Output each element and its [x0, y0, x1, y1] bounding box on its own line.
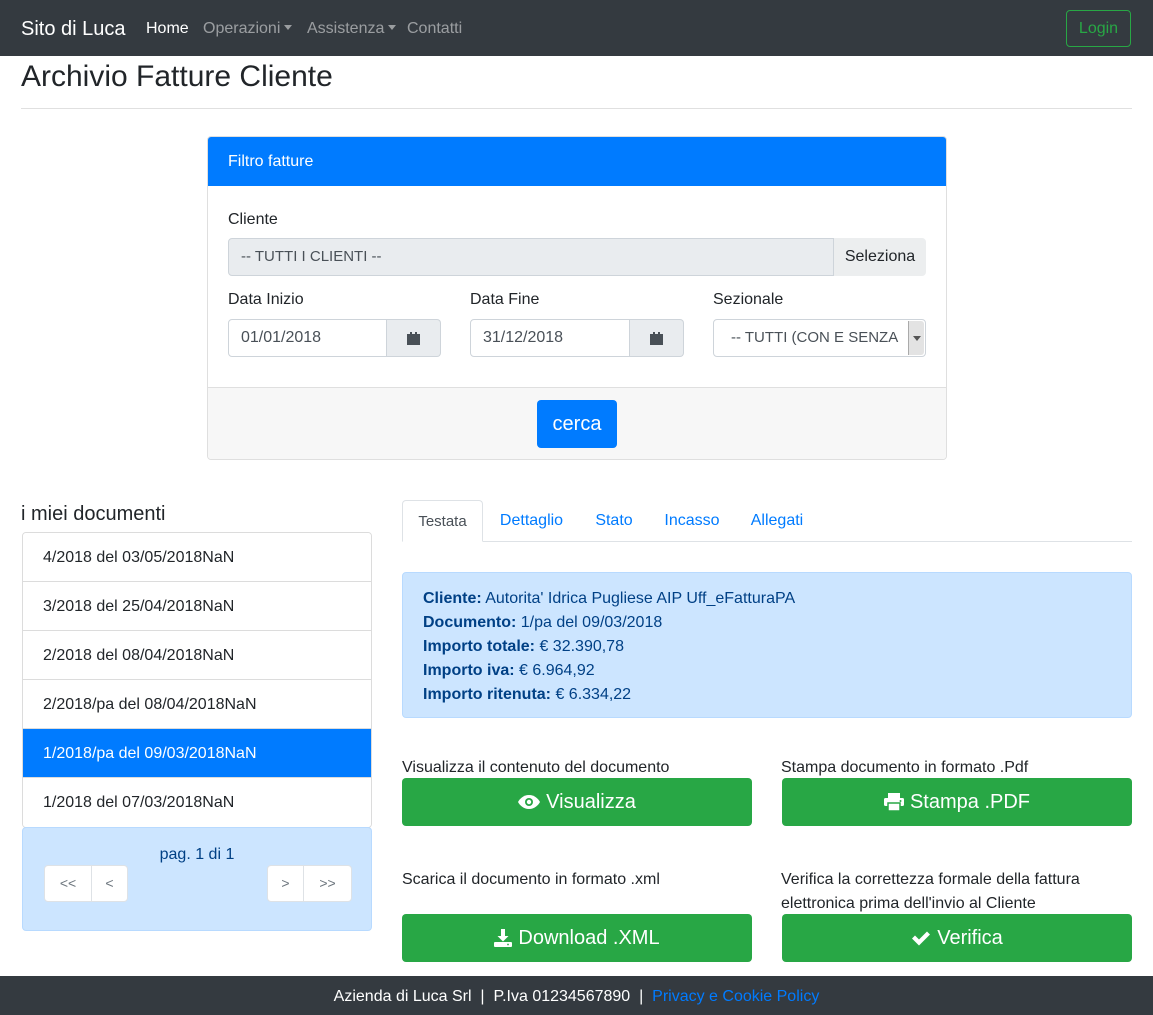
login-button[interactable]: Login: [1066, 10, 1131, 47]
info-row-cliente: Cliente: Autorita' Idrica Pugliese AIP U…: [423, 587, 1111, 611]
eye-icon: [518, 795, 541, 809]
list-item-selected[interactable]: 1/2018/pa del 09/03/2018NaN: [23, 729, 371, 778]
filter-card: Filtro fatture Cliente -- TUTTI I CLIENT…: [207, 136, 947, 460]
data-fine-label: Data Fine: [470, 291, 540, 308]
download-xml-button[interactable]: Download .XML: [402, 914, 752, 962]
info-label: Documento:: [423, 614, 517, 631]
info-label: Importo iva:: [423, 662, 515, 679]
cerca-button[interactable]: cerca: [537, 400, 617, 448]
navbar: Sito di Luca Home Operazioni Assistenza …: [0, 0, 1153, 56]
footer-piva: P.Iva 01234567890: [493, 988, 631, 1005]
info-value: € 32.390,78: [539, 638, 624, 655]
data-fine-calendar-button[interactable]: [630, 319, 684, 357]
tab-allegati[interactable]: Allegati: [744, 500, 810, 542]
visualizza-button[interactable]: Visualizza: [402, 778, 752, 826]
document-info: Cliente: Autorita' Idrica Pugliese AIP U…: [402, 572, 1132, 718]
check-icon: [912, 931, 931, 946]
info-label: Importo ritenuta:: [423, 686, 551, 703]
seleziona-button[interactable]: Seleziona: [834, 238, 926, 276]
info-row-importo-iva: Importo iva: € 6.964,92: [423, 659, 1111, 683]
stampa-pdf-label: Stampa .PDF: [909, 791, 1031, 813]
info-value: Autorita' Idrica Pugliese AIP Uff_eFattu…: [485, 590, 796, 607]
data-fine-input[interactable]: 31/12/2018: [470, 319, 630, 357]
sezionale-value: -- TUTTI (CON E SENZA: [731, 329, 899, 346]
info-label: Cliente:: [423, 590, 482, 607]
pager-prev-button[interactable]: <: [91, 865, 128, 902]
page-title: Archivio Fatture Cliente: [21, 60, 333, 93]
footer-separator: |: [480, 988, 485, 1005]
nav-home[interactable]: Home: [146, 19, 189, 39]
sezionale-select[interactable]: -- TUTTI (CON E SENZA: [713, 319, 926, 357]
stampa-pdf-button[interactable]: Stampa .PDF: [782, 778, 1132, 826]
info-value: € 6.334,22: [555, 686, 632, 703]
documents-list: 4/2018 del 03/05/2018NaN 3/2018 del 25/0…: [22, 532, 372, 828]
xml-description: Scarica il documento in formato .xml: [402, 871, 660, 888]
tab-stato[interactable]: Stato: [588, 500, 640, 542]
cliente-input[interactable]: -- TUTTI I CLIENTI --: [228, 238, 834, 276]
filter-card-footer: cerca: [208, 387, 946, 459]
nav-assistenza-label: Assistenza: [307, 20, 385, 37]
chevron-down-icon: [388, 25, 397, 30]
chevron-down-icon: [912, 335, 921, 341]
documents-title: i miei documenti: [21, 503, 166, 525]
calendar-icon: [407, 331, 420, 345]
list-item[interactable]: 2/2018/pa del 08/04/2018NaN: [23, 680, 371, 729]
info-value: 1/pa del 09/03/2018: [520, 614, 663, 631]
footer-separator: |: [639, 988, 644, 1005]
divider: [21, 108, 1132, 109]
calendar-icon: [650, 331, 663, 345]
list-item[interactable]: 4/2018 del 03/05/2018NaN: [23, 533, 371, 582]
filter-card-header: Filtro fatture: [208, 137, 946, 186]
nav-contatti[interactable]: Contatti: [407, 19, 462, 39]
nav-assistenza[interactable]: Assistenza: [307, 19, 397, 39]
list-item[interactable]: 3/2018 del 25/04/2018NaN: [23, 582, 371, 631]
pager-text: pag. 1 di 1: [159, 846, 235, 863]
verifica-button[interactable]: Verifica: [782, 914, 1132, 962]
pager-next-button[interactable]: >: [267, 865, 304, 902]
brand[interactable]: Sito di Luca: [21, 16, 126, 42]
pager-first-button[interactable]: <<: [44, 865, 92, 902]
pager-last-button[interactable]: >>: [303, 865, 352, 902]
info-row-importo-ritenuta: Importo ritenuta: € 6.334,22: [423, 683, 1111, 707]
pager: pag. 1 di 1 << < > >>: [22, 827, 372, 931]
footer: Azienda di Luca Srl | P.Iva 01234567890 …: [0, 976, 1153, 1015]
privacy-link[interactable]: Privacy e Cookie Policy: [652, 988, 819, 1005]
cliente-label: Cliente: [228, 211, 278, 228]
footer-company: Azienda di Luca Srl: [333, 988, 472, 1005]
download-xml-label: Download .XML: [518, 927, 660, 949]
tab-incasso[interactable]: Incasso: [658, 500, 726, 542]
chevron-down-icon: [284, 25, 293, 30]
info-row-documento: Documento: 1/pa del 09/03/2018: [423, 611, 1111, 635]
sezionale-label: Sezionale: [713, 291, 784, 308]
info-label: Importo totale:: [423, 638, 535, 655]
select-arrow: [908, 321, 924, 355]
data-inizio-calendar-button[interactable]: [387, 319, 441, 357]
data-inizio-input[interactable]: 01/01/2018: [228, 319, 387, 357]
list-item[interactable]: 1/2018 del 07/03/2018NaN: [23, 778, 371, 827]
verify-description: Verifica la correttezza formale della fa…: [781, 871, 1080, 912]
tab-testata[interactable]: Testata: [402, 500, 483, 542]
pdf-description: Stampa documento in formato .Pdf: [781, 759, 1029, 776]
nav-operazioni[interactable]: Operazioni: [203, 19, 293, 39]
print-icon: [883, 793, 904, 811]
nav-operazioni-label: Operazioni: [203, 20, 281, 37]
tab-dettaglio[interactable]: Dettaglio: [490, 500, 573, 542]
visualizza-label: Visualizza: [546, 791, 636, 813]
data-inizio-label: Data Inizio: [228, 291, 304, 308]
info-row-importo-totale: Importo totale: € 32.390,78: [423, 635, 1111, 659]
verifica-label: Verifica: [937, 927, 1003, 949]
download-icon: [494, 929, 513, 947]
info-value: € 6.964,92: [519, 662, 595, 679]
list-item[interactable]: 2/2018 del 08/04/2018NaN: [23, 631, 371, 680]
